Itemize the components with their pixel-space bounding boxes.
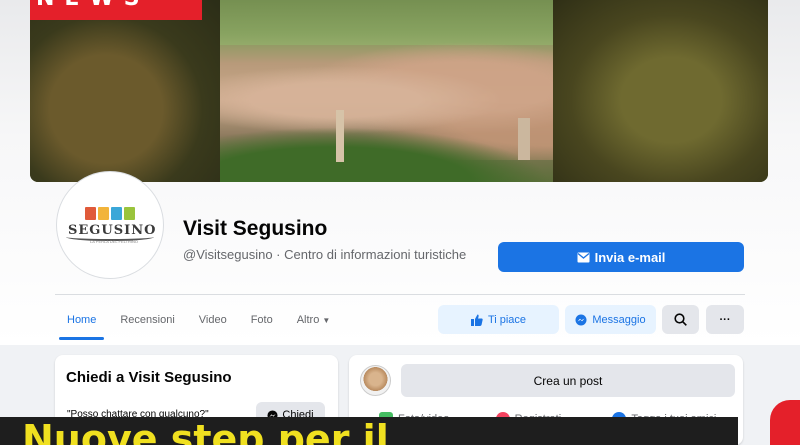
header-divider	[55, 294, 745, 295]
create-post-button[interactable]: Crea un post	[401, 364, 735, 397]
like-button[interactable]: Ti piace	[438, 305, 559, 334]
tab-home-label: Home	[67, 314, 97, 326]
logo-subtitle: LA PERLA DEL FELTRINO	[90, 239, 139, 244]
headline-text: Nuove step per il	[22, 417, 389, 445]
cover-photo[interactable]	[30, 0, 768, 182]
corner-accent	[770, 400, 800, 445]
like-label: Ti piace	[487, 313, 527, 326]
thumbs-up-icon	[470, 314, 483, 326]
logo-block-1	[85, 207, 96, 220]
more-options-button[interactable]: ···	[706, 305, 744, 334]
ask-card-title: Chiedi a Visit Segusino	[66, 369, 232, 386]
create-post-label: Crea un post	[533, 373, 603, 388]
page-title[interactable]: Visit Segusino	[183, 217, 327, 241]
page-tabs: Home Recensioni Video Foto Altro ▼	[55, 304, 342, 340]
send-email-button[interactable]: Invia e-mail	[498, 242, 744, 272]
logo-block-3	[111, 207, 122, 220]
user-avatar[interactable]	[360, 365, 391, 396]
caret-down-icon: ▼	[322, 316, 331, 325]
logo-block-2	[98, 207, 109, 220]
page-avatar[interactable]: SEGUSINO LA PERLA DEL FELTRINO	[57, 172, 163, 278]
tab-photos-label: Foto	[250, 314, 273, 326]
tab-video-label: Video	[198, 314, 227, 326]
search-icon	[674, 313, 687, 326]
message-button[interactable]: Messaggio	[565, 305, 656, 334]
message-label: Messaggio	[592, 313, 646, 326]
logo-blocks	[85, 207, 135, 220]
tab-more-label: Altro	[296, 314, 320, 326]
cover-tree-right	[553, 0, 768, 182]
tab-photos[interactable]: Foto	[239, 304, 285, 340]
ellipsis-icon: ···	[719, 313, 731, 326]
cover-tree-left	[30, 0, 220, 182]
messenger-icon	[575, 314, 587, 325]
tab-video[interactable]: Video	[187, 304, 239, 340]
logo-block-4	[124, 207, 135, 220]
envelope-icon	[577, 252, 590, 262]
cover-bell-tower	[336, 110, 344, 162]
page-meta: @Visitsegusino · Centro di informazioni …	[183, 247, 467, 262]
cover-foliage	[190, 127, 550, 182]
send-email-label: Invia e-mail	[594, 249, 666, 265]
cover-tower	[518, 118, 530, 160]
tab-reviews[interactable]: Recensioni	[108, 304, 186, 340]
tab-home[interactable]: Home	[55, 304, 108, 340]
search-button[interactable]	[662, 305, 699, 334]
tab-reviews-label: Recensioni	[120, 314, 175, 326]
tab-more[interactable]: Altro ▼	[285, 304, 343, 340]
headline-banner: Nuove step per il	[0, 417, 738, 445]
news-badge: NEWS	[30, 0, 202, 20]
